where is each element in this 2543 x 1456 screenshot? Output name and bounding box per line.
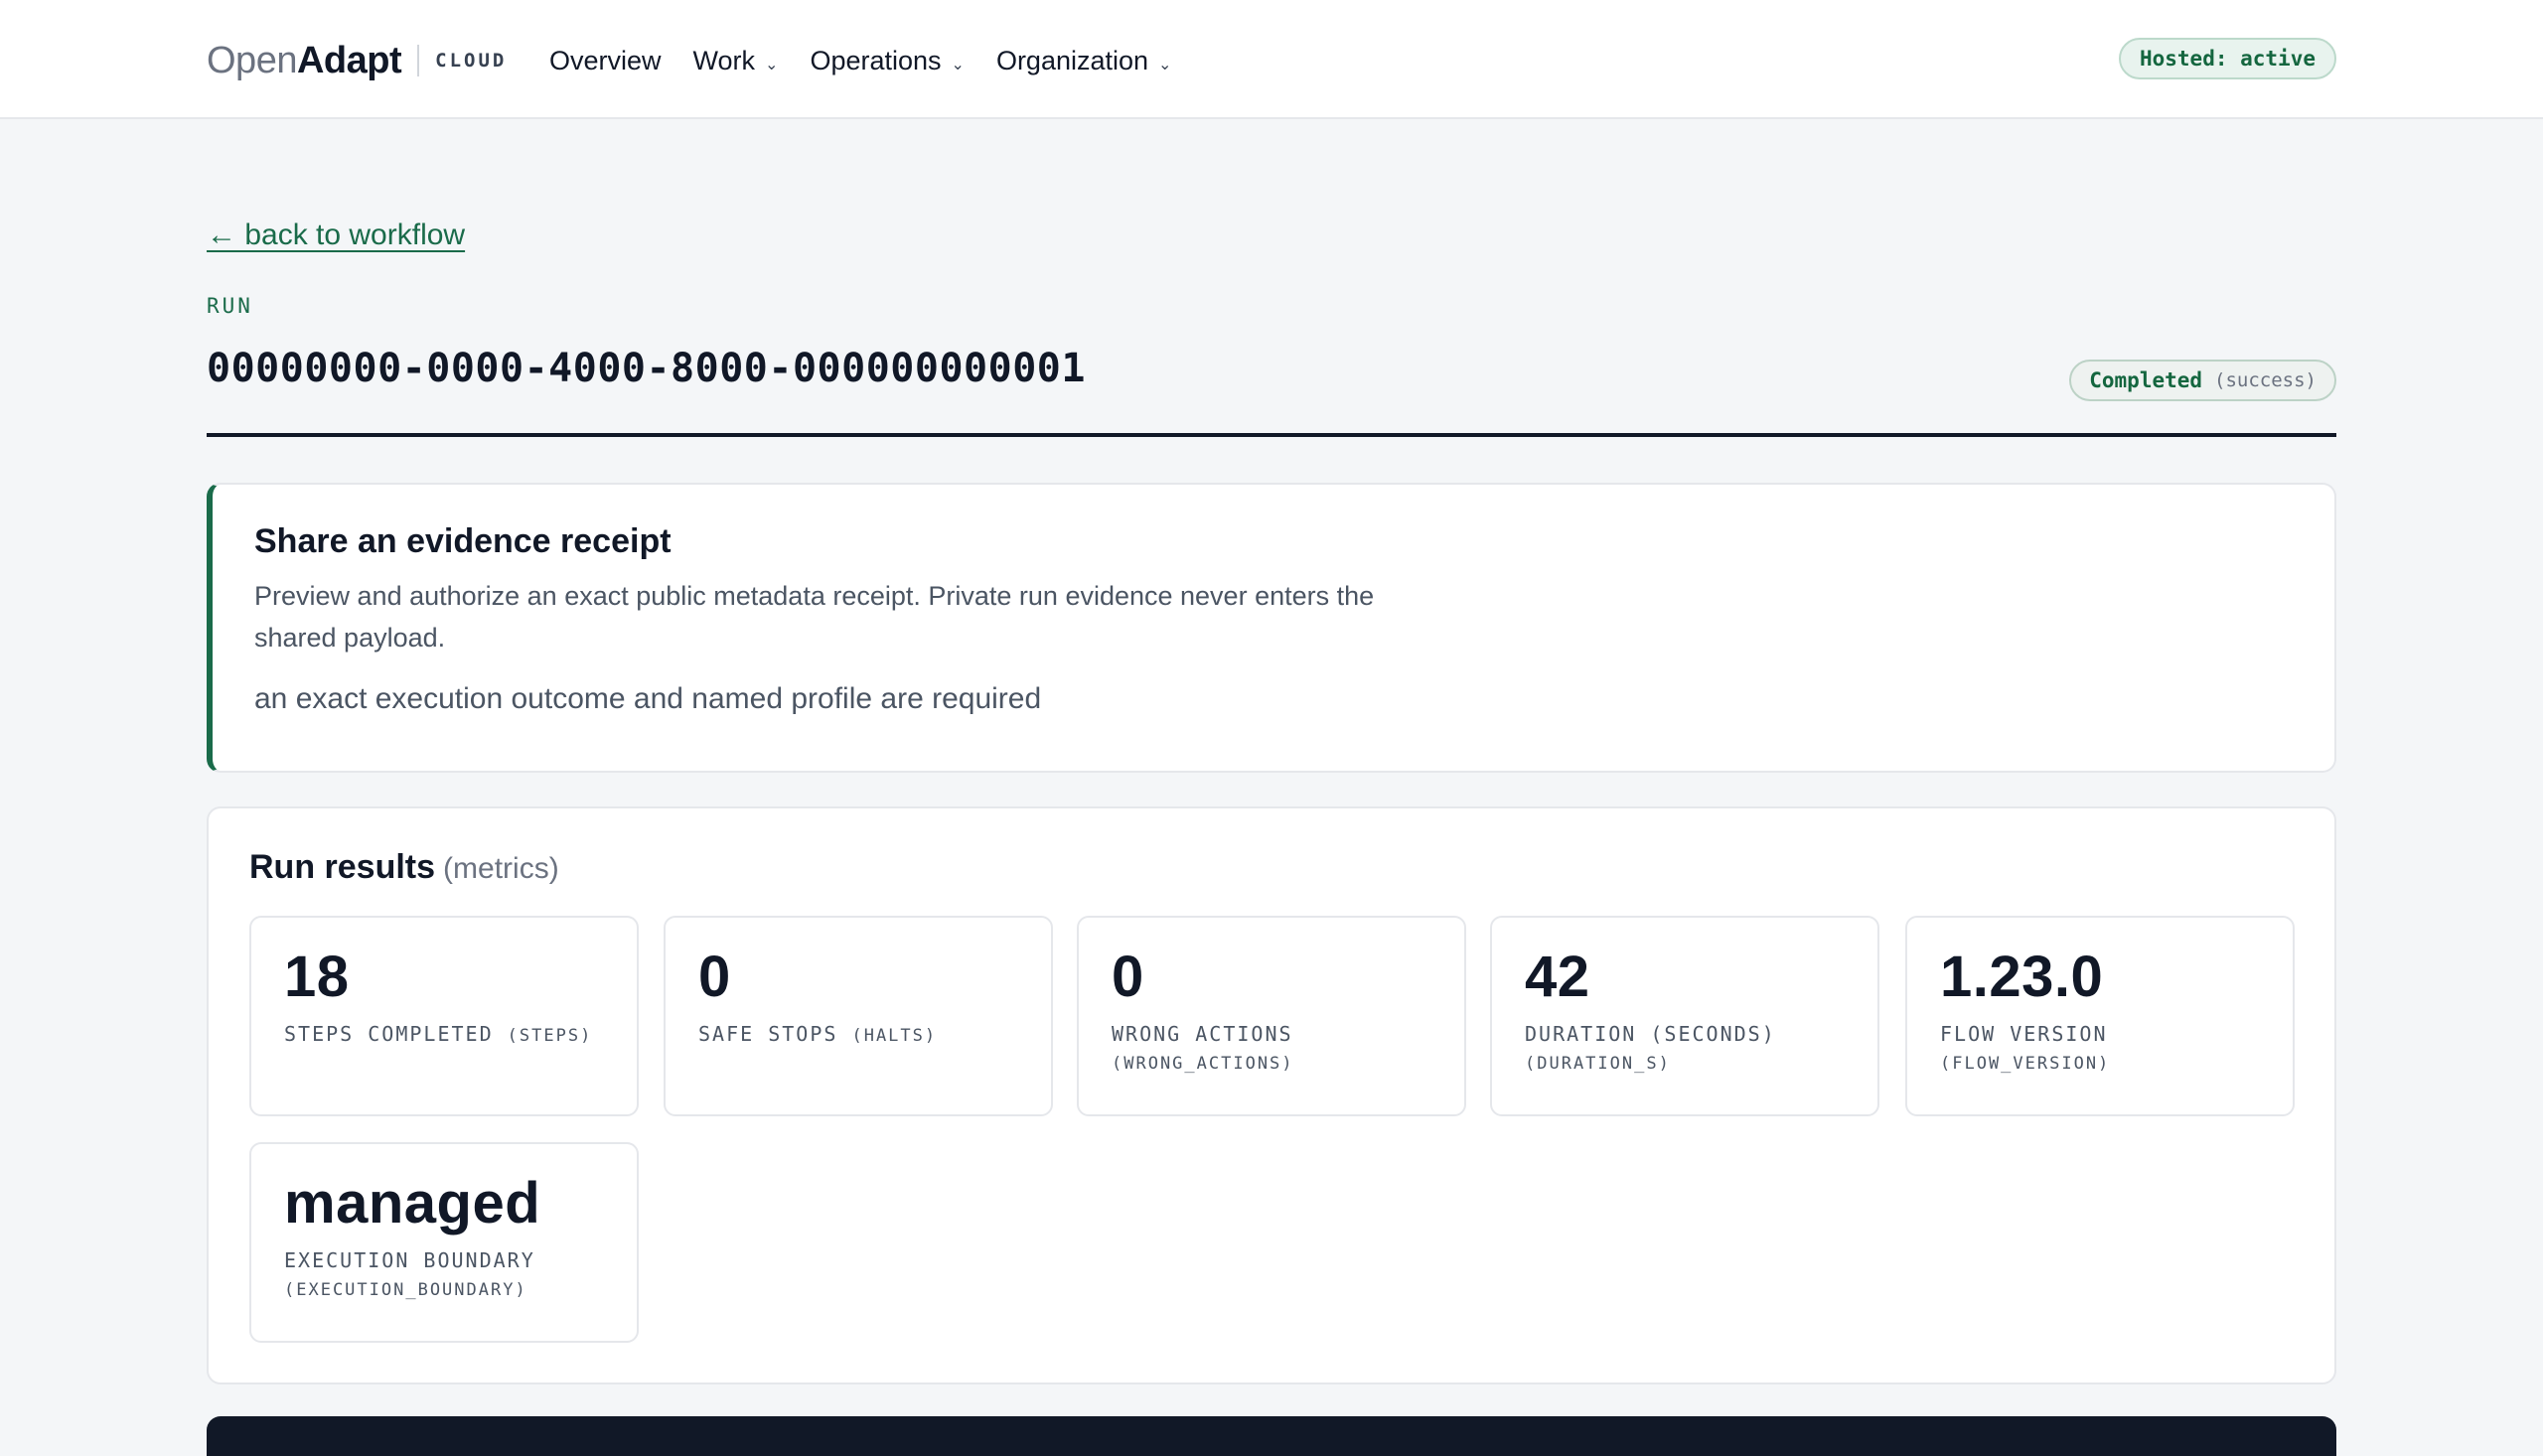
nav-item-label: Operations — [810, 45, 942, 75]
openadapt-logo[interactable]: OpenAdapt — [207, 40, 402, 81]
metric-label: Execution boundary (execution_boundary) — [284, 1245, 637, 1305]
metric-value: 0 — [1112, 945, 1144, 1009]
brand-tag: CLOUD — [435, 50, 508, 72]
metric-value: 18 — [284, 945, 350, 1009]
back-to-workflow-link[interactable]: ← back to workflow — [207, 218, 465, 252]
receipt-requirement-note: an exact execution outcome and named pro… — [254, 682, 1042, 715]
page-title-run-id: 00000000-0000-4000-8000-000000000001 — [207, 346, 1086, 391]
metric-label-text: Wrong actions — [1112, 1022, 1293, 1046]
results-title-text: Run results — [249, 848, 436, 886]
metric-label-text: Flow version — [1940, 1022, 2108, 1046]
nav-item-work[interactable]: Work ⌄ — [693, 46, 779, 76]
evidence-receipt-card: Share an evidence receipt Preview and au… — [207, 483, 2336, 773]
metric-value: 1.23.0 — [1940, 945, 2104, 1009]
chevron-down-icon: ⌄ — [1158, 57, 1172, 73]
nav-item-label: Work — [692, 45, 756, 75]
nav-item-label: Organization — [995, 45, 1149, 75]
brand[interactable]: OpenAdapt CLOUD — [207, 34, 507, 87]
receipt-title: Share an evidence receipt — [254, 522, 672, 560]
metric-label-text: Safe stops — [698, 1022, 838, 1046]
main-nav: Overview Work ⌄ Operations ⌄ Organizatio… — [549, 40, 1171, 81]
run-status-label: Completed — [2089, 368, 2203, 392]
results-title: Run results (metrics) — [249, 848, 559, 887]
metric-value: 0 — [698, 945, 731, 1009]
metric-label-text: Steps completed — [284, 1022, 494, 1046]
metric-card-halts: 0 Safe stops (halts) — [664, 916, 1053, 1116]
metric-label: Steps completed (steps) — [284, 1019, 637, 1051]
metric-card-execution-boundary: managed Execution boundary (execution_bou… — [249, 1142, 639, 1343]
header-divider — [207, 433, 2336, 437]
nav-item-operations[interactable]: Operations ⌄ — [810, 46, 964, 76]
nav-item-overview[interactable]: Overview — [549, 46, 662, 76]
top-navigation-bar: OpenAdapt CLOUD Overview Work ⌄ Operatio… — [0, 0, 2543, 119]
metric-card-duration: 42 Duration (seconds) (duration_s) — [1490, 916, 1879, 1116]
receipt-description: Preview and authorize an exact public me… — [254, 581, 1375, 653]
metric-key: (wrong_actions) — [1112, 1054, 1294, 1074]
metric-key: (execution_boundary) — [284, 1280, 527, 1300]
run-status-detail: (success) — [2214, 369, 2317, 391]
metric-label: Safe stops (halts) — [698, 1019, 1051, 1051]
metric-label: Flow version (flow_version) — [1940, 1019, 2293, 1079]
nav-item-label: Overview — [549, 45, 662, 75]
metric-card-wrong-actions: 0 Wrong actions (wrong_actions) — [1077, 916, 1466, 1116]
brand-divider — [417, 45, 420, 76]
metric-label: Duration (seconds) (duration_s) — [1525, 1019, 1877, 1079]
logo-text-light: Open — [207, 40, 297, 81]
metric-card-flow-version: 1.23.0 Flow version (flow_version) — [1905, 916, 2295, 1116]
metric-label: Wrong actions (wrong_actions) — [1112, 1019, 1464, 1079]
metric-value: managed — [284, 1171, 541, 1236]
metric-label-text: Duration (seconds) — [1525, 1022, 1776, 1046]
metric-value: 42 — [1525, 945, 1590, 1009]
metric-card-steps: 18 Steps completed (steps) — [249, 916, 639, 1116]
run-results-card: Run results (metrics) 18 Steps completed … — [207, 806, 2336, 1384]
run-status-badge: Completed (success) — [2069, 360, 2336, 401]
hosted-status-badge: Hosted: active — [2118, 38, 2336, 79]
page-eyebrow: RUN — [207, 294, 253, 318]
logo-text-bold: Adapt — [296, 40, 402, 81]
metric-key: (halts) — [851, 1026, 938, 1046]
nav-item-organization[interactable]: Organization ⌄ — [996, 46, 1172, 76]
metric-key: (steps) — [507, 1026, 593, 1046]
chevron-down-icon: ⌄ — [765, 57, 779, 73]
results-subtitle: (metrics) — [443, 852, 559, 885]
next-section-panel — [207, 1416, 2336, 1456]
chevron-down-icon: ⌄ — [951, 57, 965, 73]
metric-key: (duration_s) — [1525, 1054, 1671, 1074]
metric-key: (flow_version) — [1940, 1054, 2111, 1074]
metric-label-text: Execution boundary — [284, 1248, 535, 1272]
